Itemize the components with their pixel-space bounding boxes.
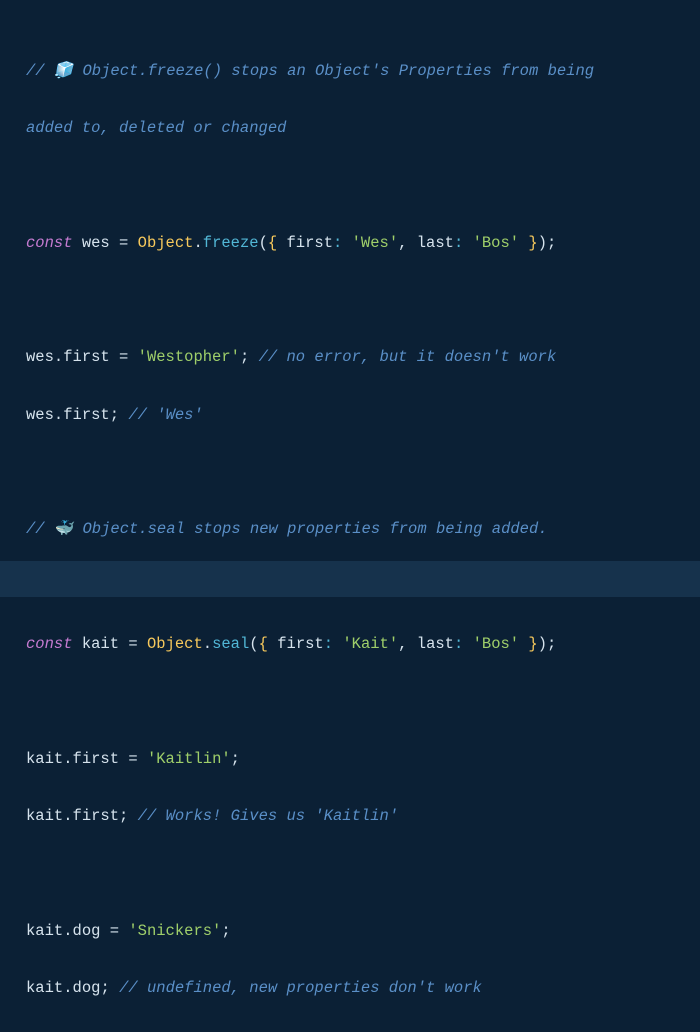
comment-freeze-desc-2: added to, deleted or changed [26, 119, 286, 137]
object-global: Object [147, 635, 203, 653]
method-seal: seal [212, 635, 249, 653]
blank-line [26, 171, 674, 200]
code-line: const wes = Object.freeze({ first: 'Wes'… [26, 229, 674, 258]
comment-undefined: // undefined, new properties don't work [119, 979, 482, 997]
comment-line: // 🐳 Object.seal stops new properties fr… [26, 515, 674, 544]
identifier-wes: wes [82, 234, 110, 252]
object-global: Object [138, 234, 194, 252]
footer-bar [0, 561, 700, 597]
code-line: kait.dog; // undefined, new properties d… [26, 974, 674, 1003]
comment-line: // 🧊 Object.freeze() stops an Object's P… [26, 57, 674, 86]
comment-line: added to, deleted or changed [26, 114, 674, 143]
code-line: const kait = Object.seal({ first: 'Kait'… [26, 630, 674, 659]
blank-line [26, 687, 674, 716]
keyword-const: const [26, 234, 73, 252]
code-line: wes.first = 'Westopher'; // no error, bu… [26, 343, 674, 372]
code-line: kait.first; // Works! Gives us 'Kaitlin' [26, 802, 674, 831]
comment-freeze-desc-1: // 🧊 Object.freeze() stops an Object's P… [26, 62, 594, 80]
blank-line [26, 458, 674, 487]
comment-no-error: // no error, but it doesn't work [259, 348, 557, 366]
code-line: kait.first = 'Kaitlin'; [26, 745, 674, 774]
keyword-const: const [26, 635, 73, 653]
method-freeze: freeze [203, 234, 259, 252]
blank-line [26, 286, 674, 315]
code-line: wes.first; // 'Wes' [26, 401, 674, 430]
blank-line [26, 859, 674, 888]
comment-works: // Works! Gives us 'Kaitlin' [138, 807, 398, 825]
comment-wes-value: // 'Wes' [128, 406, 202, 424]
identifier-kait: kait [82, 635, 119, 653]
code-line: kait.dog = 'Snickers'; [26, 917, 674, 946]
code-snippet: // 🧊 Object.freeze() stops an Object's P… [26, 28, 674, 1032]
comment-seal-desc-1: // 🐳 Object.seal stops new properties fr… [26, 520, 548, 538]
